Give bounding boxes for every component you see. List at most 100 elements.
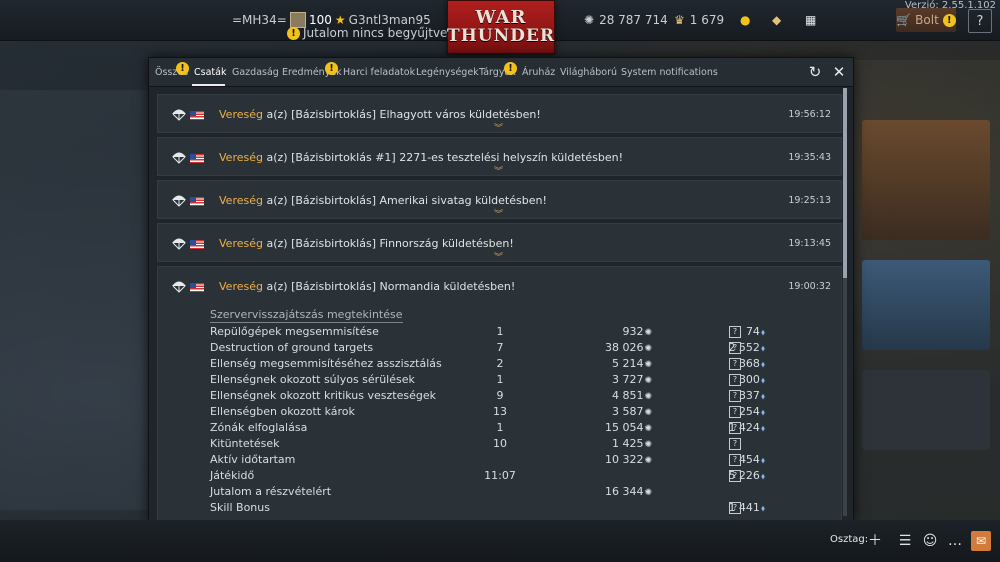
reward-lions: 5 214✺: [611, 357, 652, 370]
reward-row: Jutalom a részvételért 16 344✺: [210, 485, 750, 501]
chat-icon[interactable]: …: [946, 532, 964, 550]
chevron-down-icon[interactable]: ︾: [494, 207, 503, 220]
reward-row: Ellenségben okozott károk 13 3 587✺ 254⬧…: [210, 405, 765, 421]
refresh-icon[interactable]: ↻: [805, 62, 825, 82]
help-button[interactable]: ?: [968, 9, 992, 33]
tab-eredmenyek[interactable]: Eredmények !: [282, 62, 342, 78]
warning-icon: !: [287, 26, 300, 40]
reward-label: Ellenségben okozott károk: [210, 405, 355, 418]
coupon-icon[interactable]: ▦: [805, 0, 816, 40]
research-points-icon: ⬧: [760, 360, 765, 370]
tab-vilaghaboru[interactable]: Világháború: [560, 67, 617, 78]
help-icon[interactable]: ?: [729, 454, 741, 466]
reward-lions: 3 587✺: [611, 405, 652, 418]
help-icon[interactable]: ?: [729, 342, 741, 354]
reward-notice[interactable]: ! Jutalom nincs begyűjtve: [287, 26, 447, 40]
help-icon[interactable]: ?: [729, 358, 741, 370]
reward-rp: 5 226⬧: [728, 469, 765, 482]
silver-lions-icon: ✺: [644, 328, 652, 338]
help-icon[interactable]: ?: [729, 390, 741, 402]
reward-count: 11:07: [484, 469, 516, 482]
usa-flag-icon: [190, 154, 204, 163]
golden-eagles-balance[interactable]: ♛ 1 679: [674, 0, 724, 40]
reward-lions: 10 322✺: [604, 453, 652, 466]
reward-row: Skill Bonus 1 441⬧ ?: [210, 501, 765, 517]
active-tab-indicator: [192, 84, 225, 86]
reward-row: Kitüntetések 10 1 425✺ ?: [210, 437, 750, 453]
tab-system-notifications[interactable]: System notifications: [621, 67, 718, 78]
reward-row: Repülőgépek megsemmisítése 1 932✺ 74⬧ ?: [210, 325, 765, 341]
usa-flag-icon: [190, 111, 204, 120]
list-item[interactable]: Vereség a(z) [Bázisbirtoklás] Amerikai s…: [157, 180, 842, 220]
notification-message: Vereség a(z) [Bázisbirtoklás #1] 2271-es…: [219, 151, 624, 164]
reward-count: 9: [496, 389, 504, 402]
notification-time: 19:00:32: [788, 281, 831, 292]
shop-alert-icon: !: [942, 13, 956, 27]
premium-icon[interactable]: ◆: [772, 0, 781, 40]
shop-button[interactable]: 🛒 Bolt !: [896, 8, 956, 32]
help-icon[interactable]: ?: [729, 438, 741, 450]
reward-lions: 3 727✺: [611, 373, 652, 386]
scrollbar-thumb[interactable]: [843, 88, 847, 278]
close-icon[interactable]: ✕: [829, 62, 849, 82]
reward-lions: 16 344✺: [604, 485, 652, 498]
reward-label: Zónák elfoglalása: [210, 421, 308, 434]
notification-message: Vereség a(z) [Bázisbirtoklás] Elhagyott …: [219, 108, 541, 121]
research-points-icon: ⬧: [760, 424, 765, 434]
tab-alert-icon: !: [504, 62, 517, 75]
research-points-icon: ⬧: [760, 472, 765, 482]
list-item[interactable]: Vereség a(z) [Bázisbirtoklás #1] 2271-es…: [157, 137, 842, 177]
help-icon[interactable]: ?: [729, 470, 741, 482]
level-star-icon: ★: [334, 13, 346, 27]
scrollbar[interactable]: [843, 88, 847, 516]
usa-flag-icon: [190, 240, 204, 249]
background-right-panel: [852, 60, 1000, 520]
silver-lions-icon: ✺: [644, 456, 652, 466]
chevron-down-icon[interactable]: ︾: [494, 164, 503, 177]
list-item[interactable]: Vereség a(z) [Bázisbirtoklás] Finnország…: [157, 223, 842, 263]
reward-row: Zónák elfoglalása 1 15 054✺ 1 424⬧ ?: [210, 421, 765, 437]
reward-row: Ellenségnek okozott kritikus veszteségek…: [210, 389, 765, 405]
expanded-list-item[interactable]: Vereség a(z) [Bázisbirtoklás] Normandia …: [157, 266, 842, 528]
tab-bar: Összes ! Csaták Gazdaság Eredmények ! Ha…: [149, 58, 853, 87]
reward-count: 2: [496, 357, 504, 370]
tab-csatak[interactable]: Csaták: [194, 67, 226, 78]
squad-tag[interactable]: =MH34=: [232, 0, 287, 40]
tab-osszes[interactable]: Összes !: [155, 62, 189, 78]
tab-legenysegek[interactable]: Legénységek: [416, 67, 479, 78]
chevron-down-icon[interactable]: ︾: [494, 121, 503, 134]
help-icon[interactable]: ?: [729, 326, 741, 338]
lightbulb-icon[interactable]: ●: [740, 0, 750, 40]
help-icon[interactable]: ?: [729, 422, 741, 434]
help-icon[interactable]: ?: [729, 502, 741, 514]
mail-icon[interactable]: ✉: [971, 531, 991, 551]
reward-lions: 932✺: [622, 325, 652, 338]
list-icon[interactable]: ☰: [896, 532, 914, 550]
bottom-bar: Osztag: ＋ ☰ ☺ … ✉: [0, 520, 1000, 562]
tab-harci-feladatok[interactable]: Harci feladatok: [343, 67, 415, 78]
parachute-icon: [172, 281, 186, 293]
server-replay-link[interactable]: Szervervisszajátszás megtekintése: [210, 308, 403, 323]
background-left-panel: [0, 90, 150, 510]
player-level: 100: [309, 13, 332, 27]
help-icon[interactable]: ?: [729, 374, 741, 386]
parachute-icon: [172, 195, 186, 207]
reward-label: Repülőgépek megsemmisítése: [210, 325, 379, 338]
tab-alert-icon: !: [176, 62, 189, 75]
reward-rp: 74⬧: [745, 325, 765, 338]
notification-time: 19:13:45: [788, 238, 831, 249]
silver-lions-value: 28 787 714: [599, 13, 668, 27]
contacts-icon[interactable]: ☺: [921, 532, 939, 550]
reward-count: 7: [496, 341, 504, 354]
tab-aruhaz[interactable]: Áruház: [522, 67, 555, 78]
tab-targyak[interactable]: Tárgyak !: [479, 62, 517, 78]
help-icon[interactable]: ?: [729, 406, 741, 418]
list-item[interactable]: Vereség a(z) [Bázisbirtoklás] Elhagyott …: [157, 94, 842, 134]
chevron-down-icon[interactable]: ︾: [494, 250, 503, 263]
tab-gazdasag[interactable]: Gazdaság: [232, 67, 279, 78]
silver-lions-icon: ✺: [644, 424, 652, 434]
silver-lions-icon: ✺: [584, 13, 595, 27]
add-squad-icon[interactable]: ＋: [866, 532, 884, 550]
reward-count: 10: [493, 437, 507, 450]
silver-lions-balance[interactable]: ✺ 28 787 714: [584, 0, 668, 40]
